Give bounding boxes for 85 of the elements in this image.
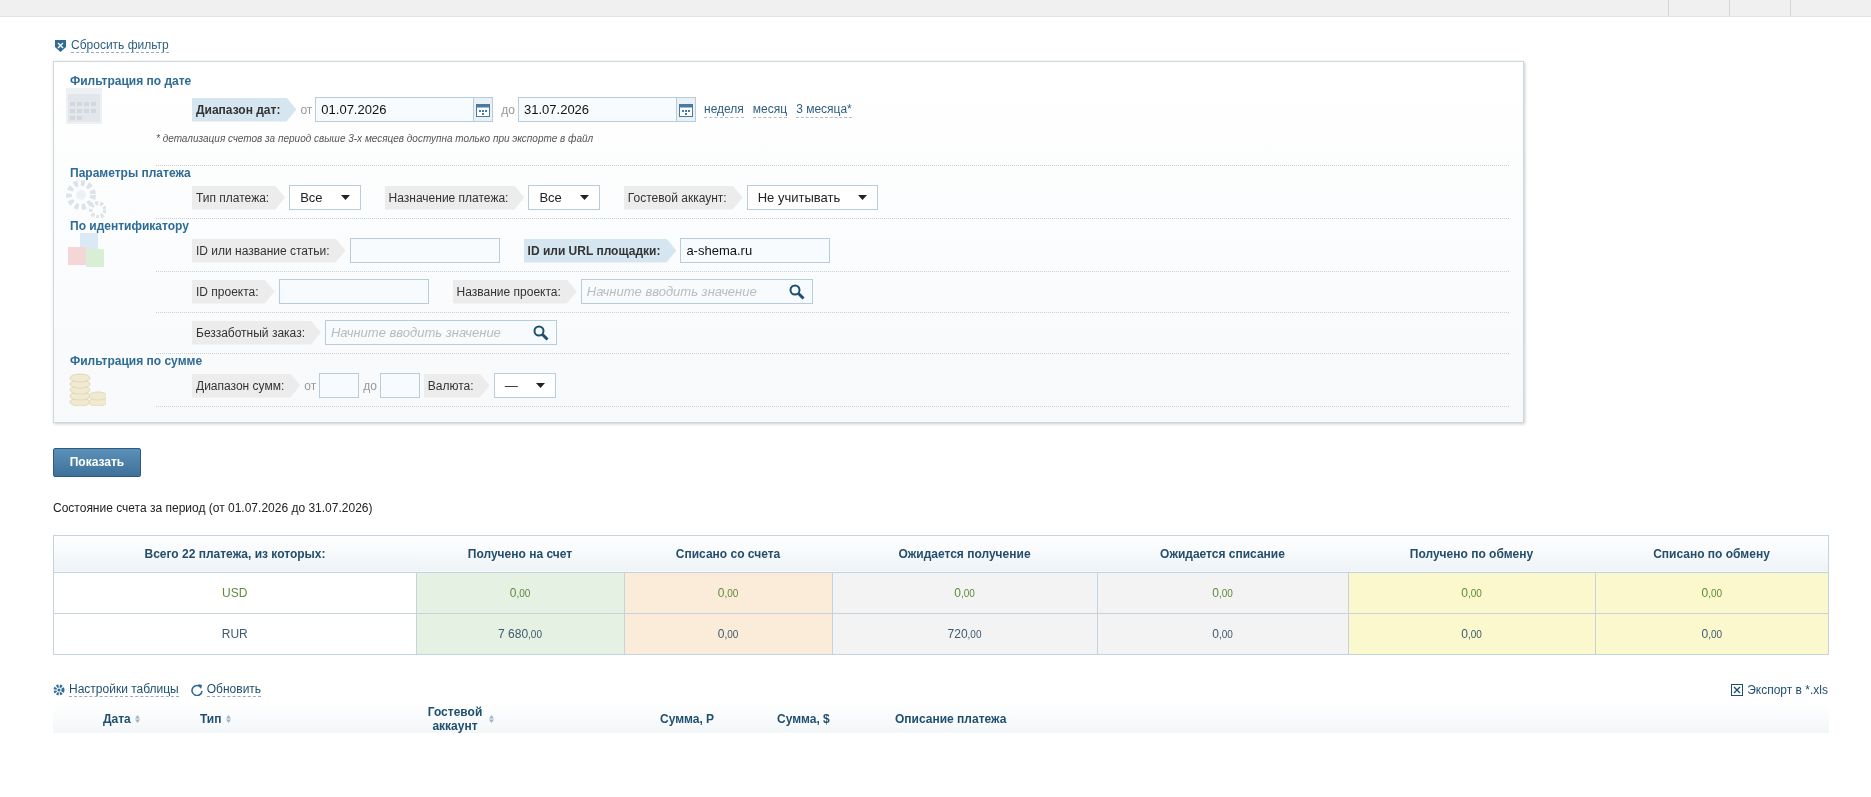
caret-icon [535,383,545,388]
input-field[interactable] [349,238,500,263]
caret-icon [858,195,868,200]
table-cell: 0,00 [1097,613,1348,654]
field-prefix: до [501,102,515,117]
table-cell: 7 680,00 [416,613,624,654]
table-cell: 0,00 [832,572,1097,613]
field-label: Назначение платежа: [384,185,525,210]
field-prefix: от [300,102,313,117]
calendar-icon [679,102,693,117]
search-field[interactable]: Начните вводить значение [580,279,813,304]
table-cell: USD [53,572,416,613]
search-field[interactable]: Начните вводить значение [324,320,557,345]
refresh-icon [190,683,203,696]
section-title: Фильтрация по сумме [70,353,203,368]
table-cell: 0,00 [1097,572,1348,613]
filter-icon [55,39,66,52]
dropdown[interactable]: Все [289,185,361,210]
table-cell: 0,00 [624,572,832,613]
column-header: Ожидается получение [832,535,1097,572]
reset-filter-link[interactable]: Сбросить фильтр [55,38,169,53]
caret-icon [579,195,589,200]
table-cell: 0,00 [1595,613,1829,654]
calendar-icon [476,102,491,117]
section-title: Параметры платежа [70,165,191,180]
column-header[interactable]: Гостевой аккаунт [425,704,494,733]
column-header: Списано по обмену [1595,535,1829,572]
gears-icon [66,179,106,218]
column-header[interactable]: Тип [200,711,231,726]
table-cell: 0,00 [1348,613,1595,654]
dropdown[interactable]: Все [528,185,600,210]
period-link[interactable]: неделя [704,101,744,118]
table-cell: 0,00 [624,613,832,654]
column-header[interactable]: Дата [103,711,140,726]
column-header: Получено по обмену [1348,535,1595,572]
table-cell: 0,00 [1595,572,1829,613]
column-header: Списано со счета [624,535,832,572]
table-cell: RUR [53,613,416,654]
sort-icon [489,714,494,723]
column-header: Описание платежа [895,711,1007,726]
date-field[interactable]: 01.07.2026 [315,97,474,122]
period-link[interactable]: 3 месяца* [796,101,852,118]
export-link[interactable]: Экспорт в *.xls [1731,682,1828,697]
field-prefix: до [363,378,377,393]
field-label: Тип платежа: [192,185,286,210]
column-header: Сумма, Р [660,711,715,726]
field-label: Беззаботный заказ: [192,320,321,345]
calendar-button[interactable] [676,97,696,122]
period-text: Состояние счета за период (от 01.07.2026 до 31.07.2026) [53,500,374,515]
period-link[interactable]: месяц [752,101,788,118]
sort-icon [134,714,140,723]
table-cell: 0,00 [1348,572,1595,613]
dropdown[interactable]: Не учитывать [746,185,879,210]
field-label: ID или название статьи: [192,238,346,263]
calendar-button[interactable] [473,97,494,122]
field-label: Гостевой аккаунт: [623,185,743,210]
field-label: Валюта: [423,373,490,398]
table-cell: 0,00 [416,572,624,613]
field-label: Диапазон сумм: [192,373,301,398]
column-header: Всего 22 платежа, из которых: [53,535,416,572]
sort-icon [225,714,231,723]
refresh-link[interactable]: Обновить [190,682,262,697]
input-field[interactable] [278,279,429,304]
date-field[interactable]: 31.07.2026 [518,97,676,122]
table-cell: 720,00 [832,613,1097,654]
field-prefix: от [304,378,317,393]
dropdown[interactable]: — [493,373,556,398]
show-button[interactable]: Показать [53,447,141,477]
column-header: Ожидается списание [1097,535,1348,572]
input-field[interactable] [379,373,420,398]
input-field[interactable] [319,373,360,398]
field-label: Название проекта: [452,279,577,304]
section-title: По идентификатору [70,218,189,233]
input-field[interactable]: a-shema.ru [680,238,831,263]
field-label: Диапазон дат: [192,97,297,122]
gear-icon [53,683,65,696]
column-header: Сумма, $ [777,711,830,726]
spreadsheet-icon [1731,683,1744,696]
field-label: ID проекта: [192,279,275,304]
column-header: Получено на счет [416,535,624,572]
field-label: ID или URL площадки: [523,238,677,263]
footnote-text: * детализация счетов за период свыше 3-х месяцев доступна только при экспорте в файл [156,133,594,144]
caret-icon [340,195,350,200]
section-title: Фильтрация по дате [70,73,192,88]
table-settings-link[interactable]: Настройки таблицы [53,682,179,697]
